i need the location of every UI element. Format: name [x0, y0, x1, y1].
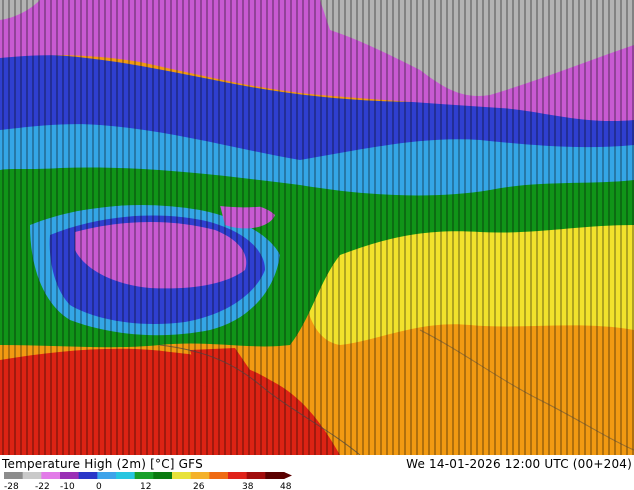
legend-arrow-icon	[284, 472, 292, 479]
legend-tick-label: 26	[193, 482, 205, 490]
legend-color-swatch	[60, 472, 80, 479]
legend-color-swatch	[153, 472, 173, 479]
legend-tick-label: -28	[4, 482, 19, 490]
legend-color-swatch	[209, 472, 229, 479]
legend-color-swatch	[97, 472, 117, 479]
variable-title: Temperature High (2m) [°C] GFS	[2, 457, 203, 471]
legend-color-swatch	[246, 472, 266, 479]
legend-tick-label: -10	[60, 482, 75, 490]
legend-color-swatch	[172, 472, 192, 479]
legend-tick-label: -22	[35, 482, 50, 490]
color-scale-legend: -28 -22 -10 0 12 26 38 48	[4, 472, 292, 490]
legend-tick-label: 0	[96, 482, 102, 490]
legend-tick-label: 48	[280, 482, 292, 490]
legend-color-swatch	[22, 472, 42, 479]
isoline-overlay	[0, 0, 634, 455]
legend-color-swatch	[265, 472, 285, 479]
legend-color-swatch	[134, 472, 154, 479]
legend-color-swatch	[41, 472, 61, 479]
legend-tick-label: 38	[242, 482, 254, 490]
legend-color-swatch	[228, 472, 248, 479]
legend-color-swatch	[190, 472, 210, 479]
legend-color-swatch	[4, 472, 24, 479]
legend-color-swatch	[78, 472, 98, 479]
valid-time: We 14-01-2026 12:00 UTC (00+204)	[406, 457, 632, 471]
legend-tick-label: 12	[140, 482, 151, 490]
legend-color-swatch	[116, 472, 136, 479]
temperature-map[interactable]	[0, 0, 634, 455]
